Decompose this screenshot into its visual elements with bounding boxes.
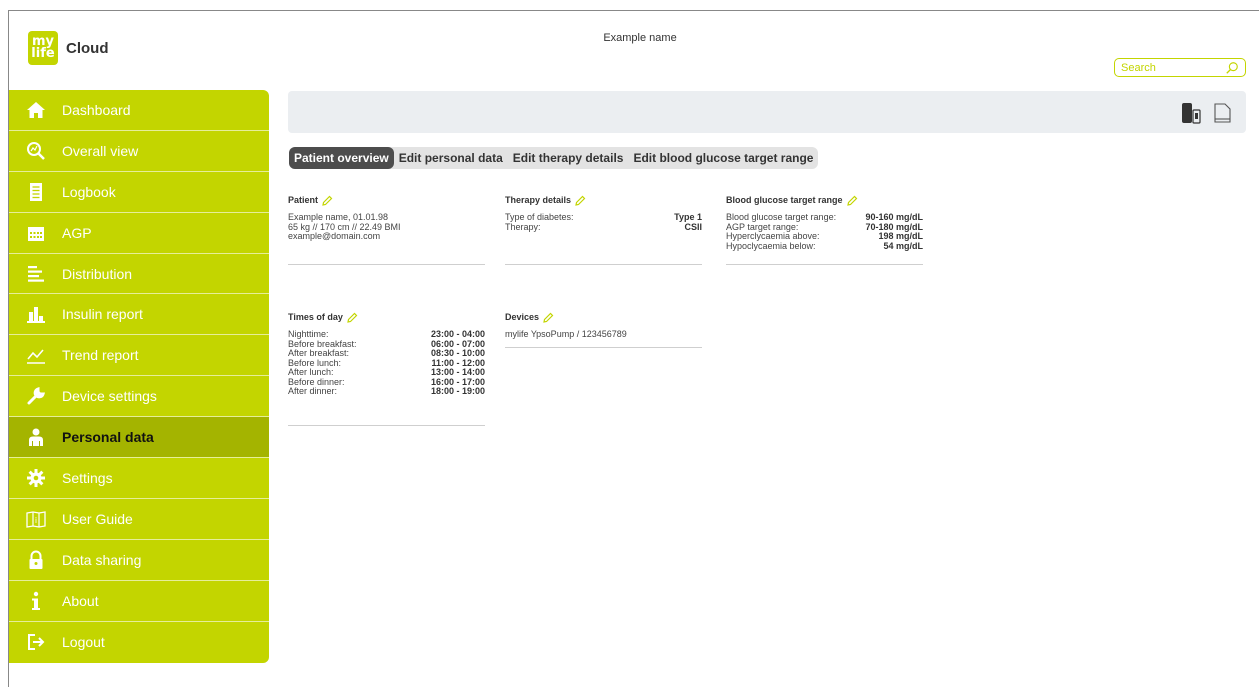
sidebar-item-personal-data[interactable]: Personal data [9,417,269,459]
sidebar-item-user-guide[interactable]: i User Guide [9,499,269,540]
user-name: Example name [603,32,677,44]
devices-card-header: Devices [505,312,702,324]
card-title: Devices [505,312,540,323]
sidebar-item-dashboard[interactable]: Dashboard [9,90,269,131]
sidebar-item-about[interactable]: About [9,581,269,622]
sidebar-item-agp[interactable]: AGP [9,213,269,254]
sidebar-item-settings[interactable]: Settings [9,458,269,499]
home-icon [25,99,47,121]
search-input[interactable] [1121,61,1221,74]
sidebar-item-overall-view[interactable]: Overall view [9,131,269,172]
sidebar-item-label: Device settings [62,388,157,405]
sidebar-item-label: Dashboard [62,101,131,118]
app-logo[interactable]: my life Cloud [28,31,109,65]
document-icon[interactable] [1212,102,1232,124]
sidebar-item-logbook[interactable]: Logbook [9,172,269,213]
sidebar-item-label: Personal data [62,429,154,446]
times-of-day-card: Times of day Nighttime: 23:00 - 04:00 Bef… [288,312,485,397]
calendar-icon [25,222,47,244]
bg-target-card: Blood glucose target range Blood glucose… [726,195,923,251]
sidebar-item-label: Overall view [62,142,139,159]
card-title: Blood glucose target range [726,195,843,206]
logout-icon [25,631,47,653]
logbook-icon [25,181,47,203]
wrench-icon [25,385,47,407]
patient-card-header: Patient [288,195,485,207]
tab-edit-therapy-details[interactable]: Edit therapy details [508,147,629,169]
patient-card: Patient Example name, 01.01.98 65 kg // … [288,195,485,242]
tab-patient-overview[interactable]: Patient overview [289,147,394,169]
edit-pencil-icon[interactable] [346,312,358,324]
tab-bar: Patient overview Edit personal data Edit… [289,147,819,169]
sidebar-item-label: Distribution [62,265,133,282]
sidebar: Dashboard Overall view Logbook AGP Distr… [9,90,269,663]
svg-text:i: i [35,516,37,525]
sidebar-item-label: User Guide [62,510,133,527]
search-icon[interactable] [1225,61,1239,75]
sidebar-item-label: Settings [62,469,113,486]
edit-pencil-icon[interactable] [542,312,554,324]
info-icon [25,590,47,612]
tab-edit-personal-data[interactable]: Edit personal data [394,147,508,169]
sidebar-item-label: AGP [62,224,92,241]
sidebar-item-data-sharing[interactable]: Data sharing [9,540,269,581]
edit-pencil-icon[interactable] [846,195,858,207]
lock-icon [25,549,47,571]
search-box[interactable] [1114,58,1246,77]
edit-pencil-icon[interactable] [574,195,586,207]
tab-edit-blood-glucose-target-range[interactable]: Edit blood glucose target range [628,147,818,169]
overall-view-icon [25,140,47,162]
patient-email: example@domain.com [288,231,381,241]
device-entry: mylife YpsoPump / 123456789 [505,329,627,339]
sidebar-item-label: Logbook [62,183,116,200]
app-name: Cloud [66,39,109,57]
book-icon: i [25,508,47,530]
therapy-card: Therapy details Type of diabetes: Type 1 … [505,195,702,232]
edit-pencil-icon[interactable] [321,195,333,207]
time-row: After dinner: 18:00 - 19:00 [288,386,485,396]
sidebar-item-distribution[interactable]: Distribution [9,254,269,295]
times-card-header: Times of day [288,312,485,324]
devices-card: Devices mylife YpsoPump / 123456789 [505,312,702,340]
sidebar-item-logout[interactable]: Logout [9,622,269,663]
divider [726,264,923,265]
trend-icon [25,344,47,366]
sidebar-item-label: Data sharing [62,551,142,568]
sidebar-item-device-settings[interactable]: Device settings [9,376,269,418]
sidebar-item-label: Insulin report [62,306,143,323]
sidebar-item-label: Logout [62,634,105,651]
divider [288,264,485,265]
card-title: Patient [288,195,319,206]
therapy-row: Therapy: CSII [505,221,702,232]
gear-icon [25,467,47,489]
divider [505,264,702,265]
sidebar-item-insulin-report[interactable]: Insulin report [9,294,269,336]
bg-target-row: Hypoclycaemia below: 54 mg/dL [726,240,923,251]
distribution-icon [25,263,47,285]
card-title: Times of day [288,312,343,323]
divider [505,347,702,348]
bar-chart-icon [25,303,47,325]
sidebar-item-label: Trend report [62,347,139,364]
sidebar-item-label: About [62,592,99,609]
device-export-icon[interactable] [1181,102,1201,124]
toolbar [288,91,1246,133]
bg-target-card-header: Blood glucose target range [726,195,923,207]
card-title: Therapy details [505,195,572,206]
sidebar-item-trend-report[interactable]: Trend report [9,335,269,377]
divider [288,425,485,426]
therapy-card-header: Therapy details [505,195,702,207]
person-icon [25,426,47,448]
mylife-logo-icon: my life [28,31,58,65]
